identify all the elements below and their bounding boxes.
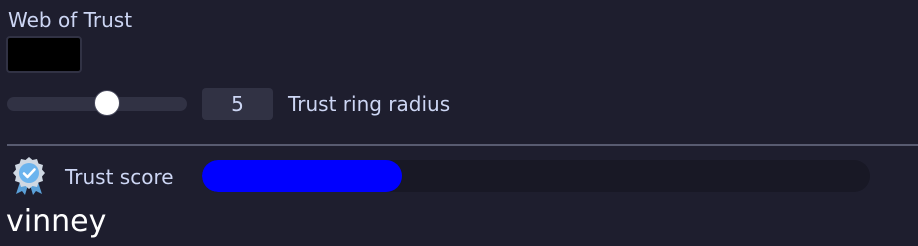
trust-score-bar-fill — [202, 160, 403, 192]
trust-ring-radius-label: Trust ring radius — [288, 92, 451, 116]
panel-title: Web of Trust — [8, 8, 133, 32]
trust-score-label: Trust score — [65, 165, 174, 189]
trust-ring-radius-input[interactable]: 5 — [202, 88, 273, 120]
separator — [7, 144, 918, 146]
trust-ring-slider-thumb[interactable] — [94, 90, 120, 116]
trust-score-bar — [202, 160, 870, 192]
web-of-trust-panel: Web of Trust 5 Trust ring radius Trust s… — [0, 0, 918, 246]
username: vinney — [6, 204, 107, 239]
color-swatch-button[interactable] — [6, 36, 82, 73]
award-badge-icon — [13, 157, 45, 195]
